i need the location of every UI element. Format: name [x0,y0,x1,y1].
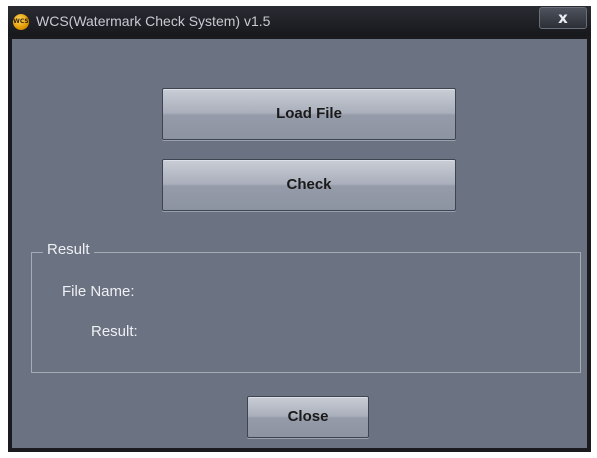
result-groupbox [31,252,581,373]
window-title: WCS(Watermark Check System) v1.5 [36,13,271,29]
file-name-label: File Name: [62,283,135,300]
wcs-logo-icon: WCS [13,14,29,30]
result-label: Result: [91,323,138,340]
dialog-body: Load File Check Result File Name: Result… [12,39,587,448]
check-button[interactable]: Check [162,159,456,211]
app-window: WCS WCS(Watermark Check System) v1.5 x L… [8,6,591,452]
title-bar[interactable]: WCS WCS(Watermark Check System) v1.5 x [8,6,591,36]
close-button[interactable]: Close [247,396,369,438]
window-close-button[interactable]: x [539,7,587,29]
result-group-title: Result [43,240,94,260]
load-file-button[interactable]: Load File [162,88,456,140]
